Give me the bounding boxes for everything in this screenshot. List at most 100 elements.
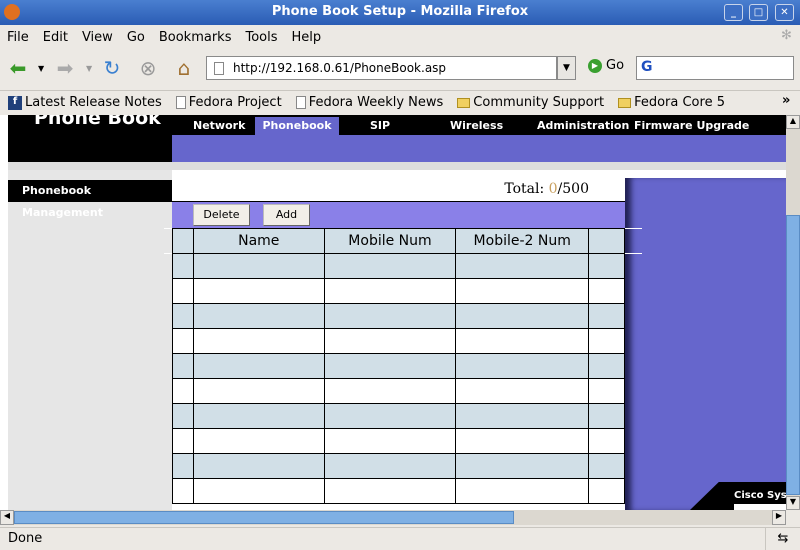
close-button[interactable]: ✕ [775, 4, 794, 21]
home-icon[interactable]: ⌂ [172, 56, 196, 80]
table-cell [588, 253, 625, 279]
table-cell [588, 353, 625, 379]
tab-firmware-upgrade[interactable]: Firmware Upgrade [634, 117, 749, 136]
table-row [172, 278, 625, 304]
menu-view[interactable]: View [75, 26, 120, 49]
bookmark-fedora-core-5[interactable]: Fedora Core 5 [610, 95, 731, 110]
table-cell [192, 328, 325, 354]
bookmark-label: Fedora Weekly News [308, 95, 444, 110]
table-cell [588, 303, 625, 329]
page-content: Phone Book Network Phonebook SIP Wireles… [0, 115, 786, 510]
menu-file[interactable]: File [0, 26, 36, 49]
menu-tools[interactable]: Tools [238, 26, 284, 49]
phonebook-table: Name Mobile Num Mobile-2 Num [172, 228, 625, 504]
window-title: Phone Book Setup - Mozilla Firefox [271, 4, 529, 19]
google-icon[interactable]: G [641, 59, 653, 75]
menu-bookmarks[interactable]: Bookmarks [152, 26, 239, 49]
table-cell [455, 478, 590, 504]
tab-network[interactable]: Network [193, 117, 245, 136]
table-cell [192, 303, 325, 329]
table-cell [172, 428, 194, 454]
table-cell [323, 328, 457, 354]
delete-button[interactable]: Delete [193, 204, 250, 226]
page-logo-title: Phone Book [34, 115, 161, 129]
forward-dropdown-icon[interactable]: ▼ [86, 64, 92, 73]
table-cell [455, 253, 590, 279]
vertical-scroll-thumb[interactable] [786, 215, 800, 495]
table-cell [455, 453, 590, 479]
status-bar: Done ⇆ [0, 527, 800, 550]
action-toolbar: Delete Add [172, 202, 625, 228]
minimize-button[interactable]: _ [724, 4, 743, 21]
menu-help[interactable]: Help [285, 26, 329, 49]
table-row [172, 353, 625, 379]
url-dropdown-button[interactable]: ▼ [557, 56, 576, 80]
menu-bar: File Edit View Go Bookmarks Tools Help [0, 26, 800, 49]
scroll-up-icon[interactable]: ▲ [786, 115, 800, 129]
table-cell [323, 303, 457, 329]
table-row [172, 253, 625, 279]
table-cell [172, 278, 194, 304]
search-input[interactable]: G [636, 56, 794, 80]
bookmark-community-support[interactable]: Community Support [449, 95, 610, 110]
table-cell [455, 328, 590, 354]
maximize-button[interactable]: □ [749, 4, 768, 21]
back-dropdown-icon[interactable]: ▼ [38, 64, 44, 73]
total-counter: Total: 0/500 [172, 178, 625, 202]
throbber-icon: ✻ [781, 28, 792, 43]
table-cell [192, 403, 325, 429]
table-cell [588, 378, 625, 404]
scroll-down-icon[interactable]: ▼ [786, 496, 800, 510]
horizontal-scroll-thumb[interactable] [14, 511, 514, 524]
table-cell [192, 478, 325, 504]
table-cell [172, 303, 194, 329]
sidebar-phonebook-management: Phonebook Management [8, 180, 172, 219]
fedora-icon: f [8, 95, 22, 110]
go-label: Go [606, 58, 625, 73]
url-input[interactable]: http://192.168.0.61/PhoneBook.asp [206, 56, 557, 80]
bookmark-latest-release-notes[interactable]: f Latest Release Notes [0, 95, 168, 110]
menu-go[interactable]: Go [120, 26, 152, 49]
right-panel [625, 178, 786, 510]
table-cell [323, 253, 457, 279]
menu-edit[interactable]: Edit [36, 26, 75, 49]
tab-administration[interactable]: Administration [537, 117, 629, 136]
table-cell [172, 378, 194, 404]
scroll-right-icon[interactable]: ▶ [772, 510, 786, 525]
table-row [172, 478, 625, 504]
bookmark-label: Latest Release Notes [25, 95, 162, 110]
table-cell [323, 403, 457, 429]
column-header-mobile2: Mobile-2 Num [455, 228, 590, 254]
table-cell [588, 403, 625, 429]
tab-wireless[interactable]: Wireless [450, 117, 503, 136]
tab-phonebook[interactable]: Phonebook [255, 117, 339, 135]
bookmark-fedora-weekly-news[interactable]: Fedora Weekly News [288, 95, 450, 110]
table-cell [172, 253, 194, 279]
vertical-scrollbar[interactable]: ▲ ▼ [786, 115, 800, 510]
back-icon[interactable]: ⬅ [6, 56, 30, 80]
url-text: http://192.168.0.61/PhoneBook.asp [233, 61, 447, 75]
tab-sip[interactable]: SIP [370, 117, 390, 136]
table-cell [172, 403, 194, 429]
total-label: Total: [504, 181, 549, 197]
forward-icon[interactable]: ➡ [53, 56, 77, 80]
table-cell [588, 278, 625, 304]
divider [8, 162, 786, 170]
reload-icon[interactable]: ↻ [100, 56, 124, 80]
page-icon [295, 96, 306, 109]
bookmarks-overflow-icon[interactable]: » [782, 93, 790, 108]
table-cell [172, 453, 194, 479]
table-row [172, 403, 625, 429]
horizontal-scrollbar[interactable]: ◀ ▶ [0, 510, 786, 525]
folder-icon [457, 97, 471, 108]
bookmark-fedora-project[interactable]: Fedora Project [168, 95, 288, 110]
bookmark-label: Fedora Core 5 [634, 95, 725, 110]
scroll-left-icon[interactable]: ◀ [0, 510, 14, 525]
add-button[interactable]: Add [263, 204, 310, 226]
stop-icon[interactable]: ⊗ [136, 56, 160, 80]
table-cell [192, 353, 325, 379]
column-header-select [172, 228, 194, 254]
go-button[interactable]: ▶ Go [588, 58, 624, 73]
page-icon [214, 62, 224, 75]
table-cell [323, 453, 457, 479]
